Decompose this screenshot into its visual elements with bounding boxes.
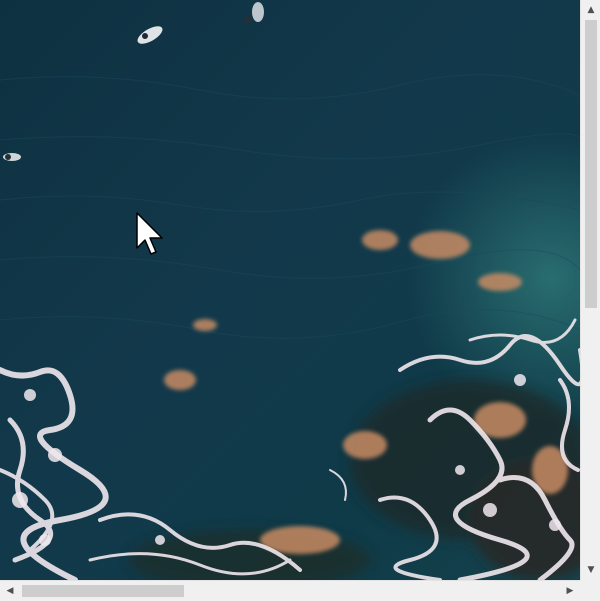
horizontal-scrollbar[interactable]: ◀ ▶	[0, 580, 580, 600]
scroll-up-arrow-icon[interactable]: ▲	[581, 0, 600, 20]
image-viewport	[0, 0, 580, 580]
vertical-scroll-thumb[interactable]	[585, 20, 597, 308]
vertical-scrollbar[interactable]: ▲ ▼	[580, 0, 600, 580]
scrollbar-corner	[580, 580, 600, 600]
mouse-pointer-icon	[136, 212, 163, 255]
horizontal-scroll-thumb[interactable]	[22, 585, 184, 597]
scroll-down-arrow-icon[interactable]: ▼	[581, 560, 600, 580]
scroll-right-arrow-icon[interactable]: ▶	[560, 581, 580, 601]
ocean-aerial-photo	[0, 0, 580, 580]
scroll-left-arrow-icon[interactable]: ◀	[0, 581, 20, 601]
